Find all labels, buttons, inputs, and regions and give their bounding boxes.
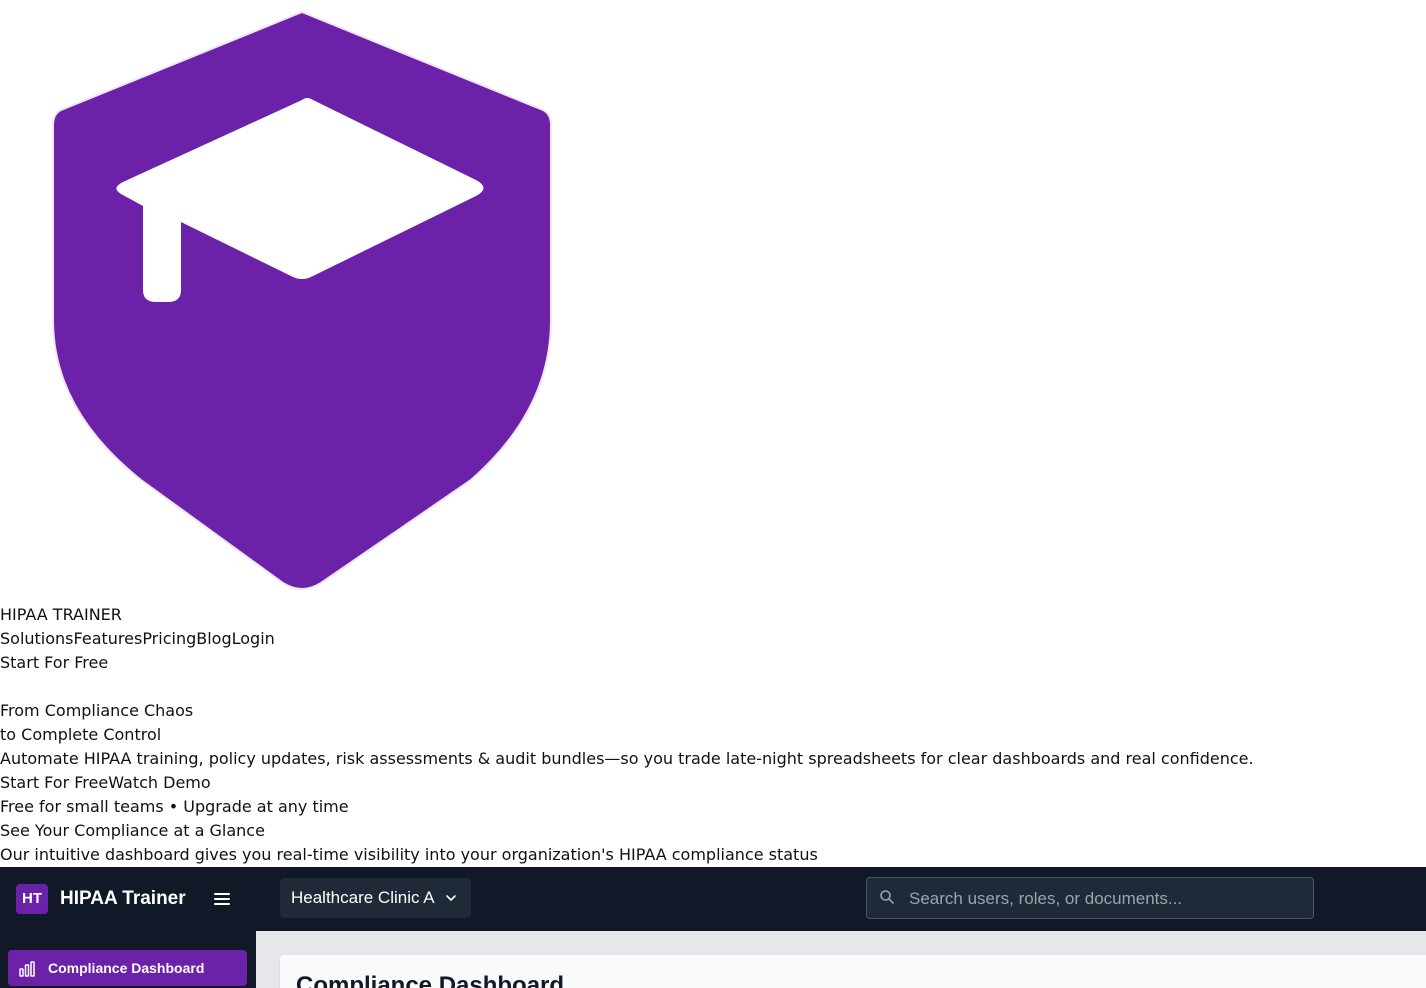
nav-link-login[interactable]: Login bbox=[232, 629, 275, 648]
brand-name: HIPAA TRAINER bbox=[0, 605, 122, 624]
sidebar-item-compliance-dashboard[interactable]: Compliance Dashboard bbox=[8, 950, 247, 986]
shield-graduation-cap-icon bbox=[51, 10, 553, 592]
preview-section-title: See Your Compliance at a Glance bbox=[0, 821, 265, 840]
dashboard-card: Compliance Dashboard bbox=[280, 955, 1426, 988]
nav-link-blog[interactable]: Blog bbox=[196, 629, 231, 648]
dashboard-topbar: HT HIPAA Trainer Healthcare Clinic A bbox=[0, 867, 1426, 931]
start-free-button[interactable]: Start For Free bbox=[0, 773, 108, 792]
nav-link-solutions[interactable]: Solutions bbox=[0, 629, 74, 648]
nav-start-free-link[interactable]: Start For Free bbox=[0, 651, 108, 675]
dashboard-sidebar: Compliance Dashboard bbox=[0, 931, 256, 988]
search-input[interactable] bbox=[907, 884, 1303, 914]
app-logo-badge: HT bbox=[16, 884, 48, 914]
nav-link-pricing[interactable]: Pricing bbox=[142, 629, 196, 648]
page-title: Compliance Dashboard bbox=[296, 972, 565, 988]
organization-selector-value: Healthcare Clinic A bbox=[291, 888, 435, 907]
hero-cta-row: Start For FreeWatch Demo bbox=[0, 771, 211, 795]
hero-headline-line2: to Complete Control bbox=[0, 725, 162, 744]
search-bar bbox=[866, 877, 1314, 919]
hamburger-menu-icon[interactable] bbox=[212, 889, 232, 909]
bar-chart-icon bbox=[18, 960, 36, 978]
sidebar-item-label: Compliance Dashboard bbox=[48, 960, 205, 976]
hero-headline-line1: From Compliance Chaos bbox=[0, 701, 194, 720]
main-nav: SolutionsFeaturesPricingBlogLogin bbox=[0, 627, 275, 651]
landing-page: HIPAA TRAINER SolutionsFeaturesPricingBl… bbox=[0, 0, 1426, 988]
dashboard-main: Compliance Dashboard bbox=[256, 931, 1426, 988]
organization-selector[interactable]: Healthcare Clinic A bbox=[280, 878, 471, 918]
chevron-down-icon bbox=[444, 891, 458, 905]
hero-description: Automate HIPAA training, policy updates,… bbox=[0, 749, 1254, 768]
search-icon bbox=[879, 889, 895, 905]
app-brand-name: HIPAA Trainer bbox=[60, 888, 186, 909]
nav-link-features[interactable]: Features bbox=[74, 629, 143, 648]
hero-note: Free for small teams • Upgrade at any ti… bbox=[0, 797, 349, 816]
watch-demo-button[interactable]: Watch Demo bbox=[108, 773, 210, 792]
preview-section-subtitle: Our intuitive dashboard gives you real-t… bbox=[0, 845, 818, 864]
dashboard-preview: HT HIPAA Trainer Healthcare Clinic A Sea… bbox=[0, 867, 1426, 988]
